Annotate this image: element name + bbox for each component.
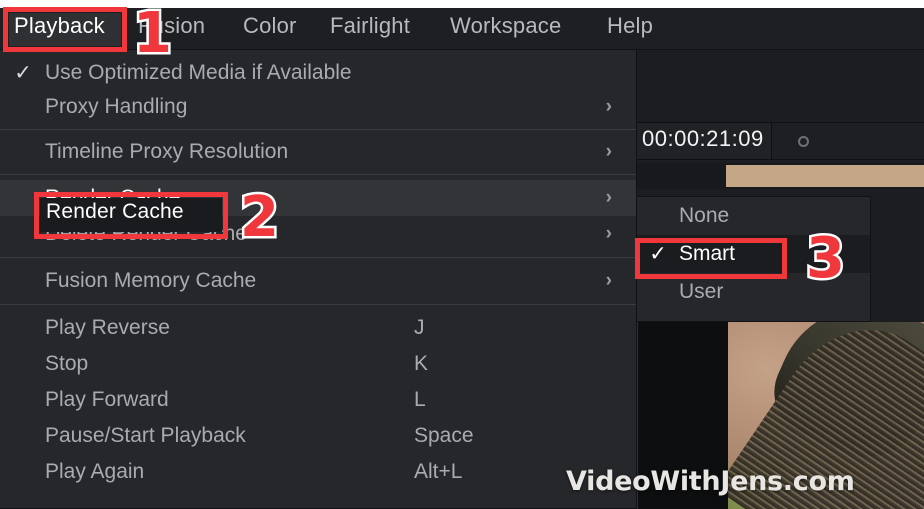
watermark: VideoWithJens.com — [566, 466, 855, 497]
menu-item-label: Timeline Proxy Resolution — [45, 140, 289, 163]
menu-item-shortcut: J — [414, 316, 425, 339]
chevron-right-icon: › — [605, 141, 612, 162]
menu-item-stop[interactable]: Stop K — [0, 346, 636, 382]
menu-item-use-optimized-media[interactable]: ✓ Use Optimized Media if Available — [0, 56, 636, 90]
menu-item-shortcut: K — [414, 352, 429, 375]
submenu-item-none[interactable]: None — [637, 197, 870, 235]
check-icon: ✓ — [649, 242, 667, 266]
menubar-item-fairlight[interactable]: Fairlight — [330, 13, 410, 39]
menu-item-label: Stop — [45, 352, 89, 375]
check-icon: ✓ — [14, 61, 32, 85]
menubar-item-playback-text: Playback — [14, 13, 105, 38]
menu-item-label: Fusion Memory Cache — [45, 269, 257, 292]
render-cache-text: Render Cache — [46, 200, 184, 223]
submenu-item-label: Smart — [679, 242, 736, 265]
circle-knob-icon[interactable] — [798, 136, 809, 147]
menu-separator — [0, 174, 636, 175]
menu-item-label: Delete Render Cache — [45, 222, 247, 245]
screenshot-stage: Playback Fusion Color Fairlight Workspac… — [0, 0, 924, 509]
menu-item-pause-start-playback[interactable]: Pause/Start Playback Space — [0, 418, 636, 454]
submenu-item-smart[interactable]: ✓ Smart — [637, 235, 870, 273]
menu-item-label: Pause/Start Playback — [45, 424, 246, 447]
render-cache-submenu[interactable]: None ✓ Smart User — [637, 196, 871, 322]
menu-item-proxy-handling[interactable]: Proxy Handling › — [0, 90, 636, 124]
menubar-item-help[interactable]: Help — [607, 13, 653, 39]
menu-item-label: Play Again — [45, 460, 145, 483]
chevron-right-icon: › — [605, 223, 612, 244]
menu-item-label: Use Optimized Media if Available — [45, 61, 352, 84]
submenu-item-user[interactable]: User — [637, 273, 870, 311]
chevron-right-icon: › — [605, 270, 612, 291]
submenu-item-label: User — [679, 280, 724, 303]
timeline-clip[interactable] — [726, 165, 924, 187]
menubar-item-color[interactable]: Color — [243, 13, 297, 39]
chevron-right-icon: › — [605, 96, 612, 117]
menu-item-play-reverse[interactable]: Play Reverse J — [0, 310, 636, 346]
menu-item-fusion-memory-cache[interactable]: Fusion Memory Cache › — [0, 263, 636, 299]
menu-item-shortcut: Space — [414, 424, 474, 447]
menu-separator — [0, 304, 636, 305]
menu-item-label: Play Reverse — [45, 316, 170, 339]
playback-dropdown-menu[interactable]: ✓ Use Optimized Media if Available Proxy… — [0, 50, 637, 509]
viewer-timecode: 00:00:21:09 — [642, 126, 764, 151]
menu-item-shortcut: L — [414, 388, 426, 411]
menubar-item-fusion[interactable]: Fusion — [138, 13, 205, 39]
menu-separator — [0, 257, 636, 258]
menu-item-play-again[interactable]: Play Again Alt+L — [0, 454, 636, 490]
menu-item-play-forward[interactable]: Play Forward L — [0, 382, 636, 418]
menubar-item-workspace[interactable]: Workspace — [450, 13, 561, 39]
chevron-right-icon: › — [605, 187, 612, 208]
menu-item-timeline-proxy-resolution[interactable]: Timeline Proxy Resolution › — [0, 135, 636, 169]
transport-cell — [772, 122, 924, 160]
submenu-item-label: None — [679, 204, 730, 227]
menu-separator — [0, 129, 636, 130]
menu-item-label: Proxy Handling — [45, 95, 188, 118]
menu-item-label: Play Forward — [45, 388, 169, 411]
menu-item-shortcut: Alt+L — [414, 460, 463, 483]
